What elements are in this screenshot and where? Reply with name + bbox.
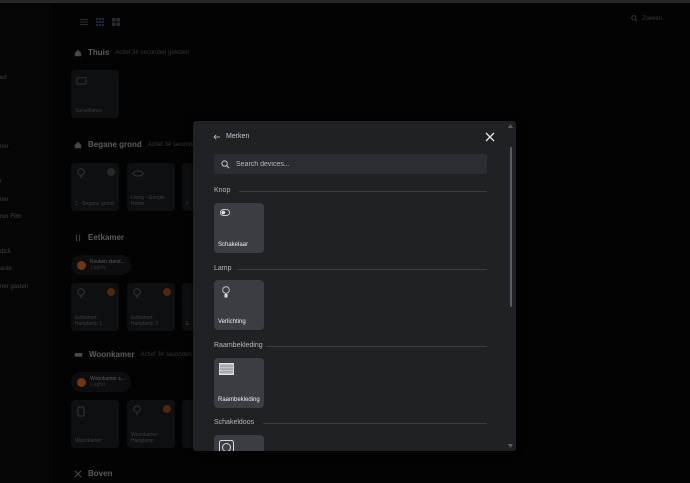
device-type-card[interactable] xyxy=(214,435,264,451)
category-title: Schakeldoos xyxy=(214,419,255,426)
back-button[interactable]: Merken xyxy=(213,133,249,140)
scroll-up-icon[interactable] xyxy=(508,124,513,128)
search-icon xyxy=(221,159,230,168)
blind-icon xyxy=(219,363,234,375)
category-divider xyxy=(237,269,487,270)
category-title: Knop xyxy=(214,187,231,194)
scrollbar-thumb[interactable] xyxy=(510,147,512,307)
category-divider xyxy=(239,191,487,192)
category-title: Lamp xyxy=(214,265,232,272)
toggle-icon xyxy=(220,209,230,216)
arrow-left-icon xyxy=(213,133,220,140)
category-title: Raambekleding xyxy=(214,342,263,349)
device-search[interactable] xyxy=(214,154,487,174)
search-input[interactable] xyxy=(236,160,476,168)
back-label: Merken xyxy=(226,133,250,140)
device-type-card[interactable]: Schakelaar xyxy=(214,203,264,253)
bulb-icon xyxy=(222,286,230,298)
device-type-card[interactable]: Raambekleding xyxy=(214,358,264,408)
socket-icon xyxy=(219,440,234,451)
category-divider xyxy=(263,423,487,424)
close-icon[interactable] xyxy=(484,131,496,143)
category-divider xyxy=(267,346,487,347)
add-device-modal: Merken Knop Schakelaar Lamp Verlichting … xyxy=(193,121,516,451)
device-type-card[interactable]: Verlichting xyxy=(214,280,264,330)
scroll-down-icon[interactable] xyxy=(508,444,513,448)
